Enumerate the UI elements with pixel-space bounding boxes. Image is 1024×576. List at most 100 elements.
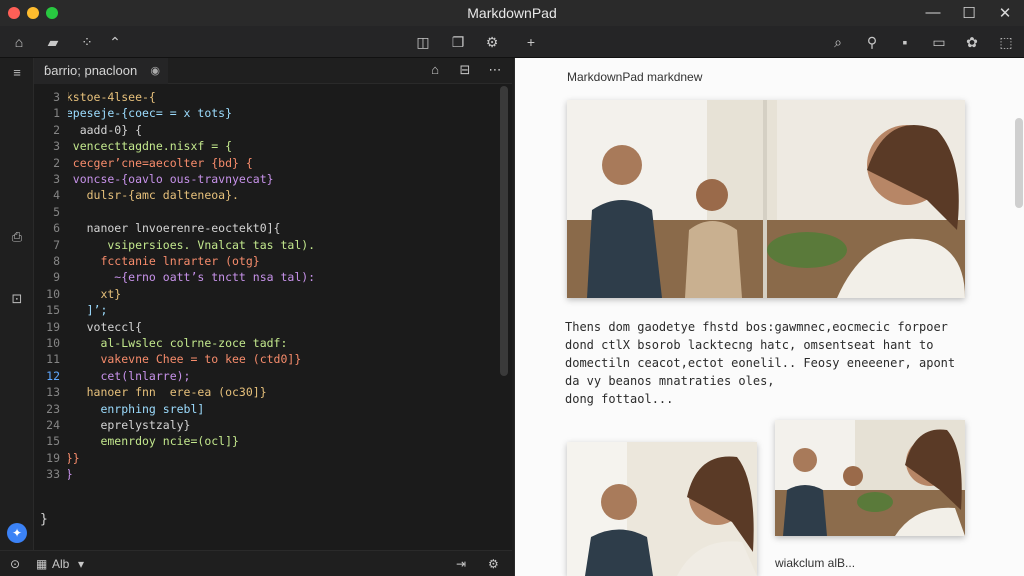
code-line: hanoer fnn ere-ea (oc30]} <box>68 385 267 400</box>
editor-pane: ≡ ⎙ ⊡ ✦ ɓarrio; pnacloon ◉ ⌂ ⊟ ⋯ 3123234… <box>0 58 512 576</box>
home-icon[interactable]: ⌂ <box>10 33 28 51</box>
preview-pane: MarkdownPad markdnew Thens dom gaodetye … <box>514 58 1024 576</box>
notification-badge[interactable]: ✦ <box>7 523 27 543</box>
line-number: 2 <box>53 122 60 137</box>
tab-bar: ɓarrio; pnacloon ◉ ⌂ ⊟ ⋯ <box>34 58 512 84</box>
code-line: voteccl{ <box>86 319 143 334</box>
code-line: nanoer lnvoerenre-eoctekt0]{ <box>68 221 281 236</box>
export-icon[interactable]: ▭ <box>930 33 948 51</box>
paragraph-line: dond ctlX bsorob lacktecng hatc, omsents… <box>565 338 934 352</box>
code-line: }} <box>68 450 80 465</box>
photo-office-illustration <box>775 420 965 536</box>
maximize-icon[interactable]: ☐ <box>960 4 978 22</box>
close-icon[interactable]: ✕ <box>996 4 1014 22</box>
line-number: 33 <box>46 467 60 482</box>
code-line: emenrdoy ncie=(ocl]} <box>68 434 239 449</box>
code-line: ]’; <box>86 303 108 318</box>
code-line: xt} <box>100 286 122 301</box>
line-number: 6 <box>53 221 60 236</box>
line-number: 8 <box>53 254 60 268</box>
line-number: 5 <box>53 204 60 219</box>
split-view-icon[interactable]: ◫ <box>414 33 432 51</box>
toolbar: ⌂ ▰ ⁘ ⌃ ◫ ❐ ⚙ + ⌕ ⚲ ▪ ▭ ✿ ⬚ <box>0 26 1024 58</box>
status-settings-icon[interactable]: ⚙ <box>488 556 499 572</box>
more-icon[interactable]: ⋯ <box>486 62 504 78</box>
line-number: 3 <box>53 90 60 104</box>
fullscreen-icon[interactable]: ⬚ <box>997 33 1015 51</box>
line-number: 3 <box>53 172 60 186</box>
code-line: al-Lwslec colrne-zoce tadf: <box>68 336 288 350</box>
preview-heading: MarkdownPad markdnew <box>567 70 703 84</box>
folder-icon[interactable]: ▰ <box>44 33 62 51</box>
branch-icon[interactable]: ▦ <box>36 556 47 572</box>
paragraph-line: Thens dom gaodetye fhstd bos:gawmnec,eoc… <box>565 320 948 334</box>
line-number: 1 <box>53 106 60 121</box>
line-number: 2 <box>53 155 60 170</box>
sync-icon[interactable]: ⇥ <box>456 556 466 572</box>
line-number: 11 <box>46 352 60 367</box>
preview-scrollbar[interactable] <box>1015 118 1023 208</box>
paragraph-line: domectiln ceacot,ectot eonelil.. Feosy e… <box>565 356 956 370</box>
code-line: makstoe-4lsee-{ <box>68 90 156 104</box>
code-line: vsipersioes. Vnalcat tas tal). <box>68 237 316 252</box>
collapse-icon[interactable]: ⌃ <box>106 33 124 51</box>
search-icon[interactable]: ⌕ <box>829 33 847 51</box>
code-editor[interactable]: makstoe-4lsee-{ epeseje-{coec= = x tots}… <box>68 84 498 550</box>
line-number: 24 <box>46 418 60 432</box>
line-number: 10 <box>46 286 60 301</box>
line-number: 15 <box>46 434 60 449</box>
preview-paragraph: Thens dom gaodetye fhstd bos:gawmnec,eoc… <box>565 318 975 408</box>
grid-icon[interactable]: ⁘ <box>78 33 96 51</box>
line-number: 13 <box>46 385 60 400</box>
code-line: vencecttagdne.nisxf = { <box>68 139 233 154</box>
photo-meeting-illustration <box>567 100 965 298</box>
activity-bar: ≡ ⎙ ⊡ ✦ <box>0 58 34 550</box>
line-number: 9 <box>53 270 60 285</box>
tab-close-icon[interactable]: ◉ <box>150 58 160 84</box>
editor-scrollbar[interactable] <box>500 86 508 376</box>
outline-icon[interactable]: ⊡ <box>8 290 26 308</box>
status-bar: ⊙ ▦ Alb ▾ ⇥ ⚙ <box>0 550 512 576</box>
preview-toggle-icon[interactable]: ⌂ <box>426 62 444 77</box>
branch-label[interactable]: Alb <box>52 556 69 572</box>
line-number: 3 <box>53 139 60 154</box>
code-line: eprelystzaly} <box>100 418 191 432</box>
find-icon[interactable]: ⚲ <box>863 33 881 51</box>
line-number: 23 <box>46 401 60 416</box>
window-title: MarkdownPad <box>467 5 557 21</box>
code-line: epeseje-{coec= = x tots} <box>68 106 233 121</box>
copy-icon[interactable]: ❐ <box>449 33 467 51</box>
paragraph-line: dong fottaol... <box>565 392 674 406</box>
code-line: cecger’cne=aecolter {bd} { <box>68 155 253 170</box>
photo-conversation-illustration <box>567 442 757 576</box>
code-line: aadd-0} { <box>79 122 143 137</box>
line-number: 19 <box>46 319 60 334</box>
line-number: 12 <box>46 368 60 383</box>
files-icon[interactable]: ⎙ <box>8 228 26 246</box>
comment-icon[interactable]: ▪ <box>896 33 914 51</box>
settings-icon[interactable]: ⚙ <box>483 33 501 51</box>
text-cursor-line: } <box>40 512 48 527</box>
file-tab[interactable]: ɓarrio; pnacloon ◉ <box>34 58 168 84</box>
code-line: fcctanie lnrarter (otg} <box>68 254 260 268</box>
title-bar: MarkdownPad — ☐ ✕ <box>0 0 1024 26</box>
save-icon[interactable]: ⊟ <box>456 62 474 78</box>
chevron-down-icon[interactable]: ▾ <box>78 556 84 572</box>
preview-image-left <box>567 442 757 576</box>
line-number: 7 <box>53 237 60 252</box>
paragraph-line: da vy beanos mnatraties oles, <box>565 374 775 388</box>
code-line: vakevne Chee = to kee (ctd0]} <box>68 352 302 367</box>
code-line: ~{erno oatt’s tnctt nsa tal): <box>68 270 316 285</box>
new-tab-icon[interactable]: + <box>522 33 540 51</box>
code-line: cet(lnlarre); <box>100 368 191 383</box>
menu-icon[interactable]: ≡ <box>8 64 26 82</box>
line-number: 10 <box>46 336 60 350</box>
preview-image-main <box>567 100 965 298</box>
line-number: 4 <box>53 188 60 203</box>
minimize-icon[interactable]: — <box>924 4 942 21</box>
preview-image-right <box>775 420 965 536</box>
line-number: 15 <box>46 303 60 318</box>
file-tab-label: ɓarrio; pnacloon <box>44 63 138 78</box>
location-icon[interactable]: ⊙ <box>10 556 20 572</box>
gear-icon[interactable]: ✿ <box>963 33 981 51</box>
